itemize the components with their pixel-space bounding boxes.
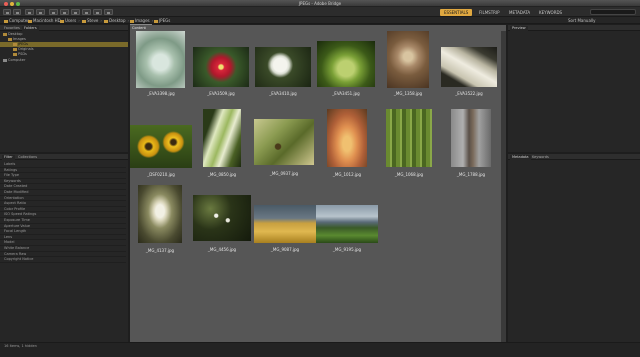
tab-content[interactable]: Content bbox=[130, 24, 152, 31]
breadcrumb-desktop[interactable]: Desktop › bbox=[104, 18, 129, 23]
thumbnail-item[interactable]: _MG_9087.jpg bbox=[254, 205, 316, 253]
rotate-left-button[interactable] bbox=[93, 9, 102, 15]
refine-button[interactable] bbox=[60, 9, 69, 15]
red-flower-photo-icon bbox=[193, 47, 249, 87]
folder-icon bbox=[13, 42, 17, 46]
tab-metadata[interactable]: Metadata bbox=[510, 154, 531, 160]
tab-folders[interactable]: Folders bbox=[22, 25, 39, 31]
thumbnail-item[interactable]: _MG_9195.jpg bbox=[316, 205, 378, 253]
seedpod-photo-icon bbox=[451, 109, 491, 167]
thumbnail-item[interactable]: _EVA3398.jpg bbox=[135, 31, 187, 96]
folder-icon bbox=[130, 19, 134, 23]
white-petals-photo-icon bbox=[441, 47, 497, 87]
preview-panel-tabs: Preview bbox=[508, 25, 640, 31]
sort-menu[interactable]: Sort Manually bbox=[568, 18, 595, 23]
folder-icon bbox=[104, 19, 108, 23]
farm-barn-photo-icon bbox=[316, 205, 378, 243]
tab-collections[interactable]: Collections bbox=[16, 155, 39, 160]
breadcrumb-users[interactable]: Users › bbox=[60, 18, 80, 23]
rotate-right-button[interactable] bbox=[104, 9, 113, 15]
return-to-photoshop-button[interactable] bbox=[36, 9, 45, 15]
camera-import-button[interactable] bbox=[49, 9, 58, 15]
folder-icon bbox=[8, 37, 12, 41]
status-bar: 16 items, 1 hidden bbox=[0, 342, 640, 357]
thumbnail-filename: _MG_9195.jpg bbox=[332, 247, 362, 252]
thumbnail-item[interactable]: _MG_0937.jpg bbox=[254, 119, 314, 177]
thumbnail-item[interactable]: _MG_1358.jpg bbox=[387, 31, 429, 96]
green-bud-photo-icon bbox=[317, 41, 375, 87]
preview-panel: Preview bbox=[508, 25, 640, 152]
green-leaf-photo-icon bbox=[203, 109, 241, 167]
thumbnail-item[interactable]: _EVA3522.jpg bbox=[441, 47, 497, 96]
grass-seeds-photo-icon bbox=[386, 109, 432, 167]
thumbnail-item[interactable]: _MG_1012.jpg bbox=[327, 109, 367, 177]
status-text: 16 items, 1 hidden bbox=[4, 344, 37, 348]
tab-keywords[interactable]: Keywords bbox=[530, 155, 551, 160]
bee-leaf-photo-icon bbox=[254, 119, 314, 165]
open-in-camera-raw-button[interactable] bbox=[71, 9, 80, 15]
dandelion-photo-icon bbox=[255, 47, 311, 87]
output-button[interactable] bbox=[82, 9, 91, 15]
filter-panel-tabs: Filter Collections bbox=[0, 154, 128, 160]
filter-row[interactable]: Copyright Notice bbox=[0, 257, 126, 263]
toolbar: ESSENTIALS FILMSTRIP METADATA KEYWORDS bbox=[0, 7, 640, 17]
folder-icon bbox=[154, 19, 158, 23]
filter-panel: Filter Collections Labels Ratings File Typ… bbox=[0, 154, 128, 342]
folder-icon bbox=[13, 52, 17, 56]
content-panel: Content _EVA3398.jpg _EVA3509.jpg _EVA34… bbox=[130, 24, 506, 342]
thumbnail-item[interactable]: _MG_4456.jpg bbox=[193, 195, 251, 253]
metadata-panel-tabs: Metadata Keywords bbox=[508, 154, 640, 160]
tab-filter[interactable]: Filter bbox=[2, 154, 15, 160]
content-scrollbar[interactable] bbox=[501, 31, 506, 342]
orange-flower-photo-icon bbox=[327, 109, 367, 167]
tab-preview[interactable]: Preview bbox=[510, 25, 528, 31]
search-input[interactable] bbox=[590, 9, 636, 15]
thumbnail-item[interactable]: _MG_0850.jpg bbox=[203, 109, 241, 177]
drive-icon bbox=[28, 19, 32, 23]
dark-blossoms-photo-icon bbox=[193, 195, 251, 241]
thumbnail-item[interactable]: _EVA3509.jpg bbox=[193, 47, 249, 96]
path-bar: Computer› Macintosh HD› Users› Steve› De… bbox=[0, 17, 640, 24]
workspace-metadata[interactable]: METADATA bbox=[505, 9, 534, 16]
breadcrumb-jpegs[interactable]: JPEGs bbox=[154, 18, 170, 23]
metadata-panel: Metadata Keywords bbox=[508, 154, 640, 342]
thumbnail-filename: _EVA3522.jpg bbox=[455, 91, 483, 96]
folder-icon bbox=[13, 47, 17, 51]
title-bar: JPEGs - Adobe Bridge bbox=[0, 0, 640, 7]
workspace-essentials[interactable]: ESSENTIALS bbox=[440, 8, 473, 16]
folder-icon bbox=[3, 32, 7, 36]
thumbnail-item[interactable]: _EVA3410.jpg bbox=[255, 47, 311, 96]
folder-row-computer[interactable]: Computer bbox=[0, 58, 128, 63]
wheat-field-photo-icon bbox=[254, 205, 316, 243]
thumbnail-item[interactable]: _MG_1788.jpg bbox=[451, 109, 491, 177]
thumbnail-item[interactable]: _MG_1068.jpg bbox=[386, 109, 432, 177]
succulent-photo-icon bbox=[136, 31, 185, 88]
window-title: JPEGs - Adobe Bridge bbox=[298, 0, 342, 6]
folder-icon bbox=[60, 19, 64, 23]
computer-icon bbox=[3, 58, 7, 62]
folders-panel-tabs: Favorites Folders bbox=[0, 25, 128, 31]
folders-panel: Favorites Folders Desktop Images JPEGs O… bbox=[0, 25, 128, 152]
folder-icon bbox=[4, 19, 8, 23]
workspace-filmstrip[interactable]: FILMSTRIP bbox=[475, 9, 504, 16]
forward-button[interactable] bbox=[13, 9, 21, 15]
thumbnail-item[interactable]: _EVA3451.jpg bbox=[317, 41, 375, 96]
dried-rose-photo-icon bbox=[387, 31, 429, 88]
back-button[interactable] bbox=[3, 9, 11, 15]
sunflowers-photo-icon bbox=[130, 125, 192, 168]
thumbnail-filename: _MG_1788.jpg bbox=[456, 172, 486, 177]
thumbnail-item[interactable]: _DSF0210.jpg bbox=[130, 125, 192, 177]
folder-icon bbox=[82, 19, 86, 23]
breadcrumb-macintosh-hd[interactable]: Macintosh HD› bbox=[28, 18, 64, 23]
recent-folders-button[interactable] bbox=[25, 9, 34, 15]
thumbnail-item[interactable]: _MG_4137.jpg bbox=[138, 185, 182, 253]
white-blossom-photo-icon bbox=[138, 185, 182, 243]
tab-favorites[interactable]: Favorites bbox=[2, 26, 22, 31]
workspace-keywords[interactable]: KEYWORDS bbox=[535, 9, 566, 16]
folder-row-psds[interactable]: PSDs bbox=[0, 52, 128, 57]
breadcrumb-images[interactable]: Images › bbox=[130, 18, 153, 23]
breadcrumb-steve[interactable]: Steve › bbox=[82, 18, 102, 23]
